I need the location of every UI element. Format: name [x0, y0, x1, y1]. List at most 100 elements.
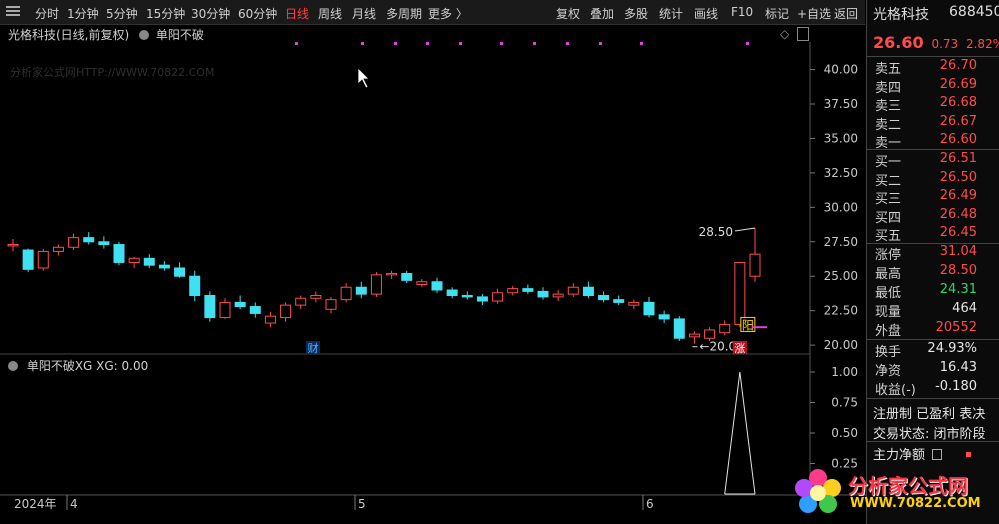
- bid-row-3-value: 26.48: [939, 206, 977, 222]
- ask-row-4-value: 26.60: [939, 132, 977, 147]
- bid-row-3-label: 买四: [875, 210, 902, 226]
- stat-row-2-label: 最低: [875, 286, 902, 301]
- yang-marker: 阳: [742, 318, 754, 332]
- bid-row-4-value: 26.45: [939, 225, 977, 240]
- stat-row-4: 外盘 20552: [875, 320, 995, 339]
- stat2-row-2: 收益(-) -0.180: [875, 379, 995, 398]
- ytick-label-2: 25.00: [824, 269, 858, 283]
- zhang-tag: 涨: [734, 342, 745, 355]
- ask-row-2-value: 26.68: [939, 95, 977, 110]
- sub-indicator-text: 单阳不破XG XG: 0.00: [26, 359, 149, 373]
- stat-row-2-value: 24.31: [939, 282, 977, 297]
- trade-status: 交易状态: 闭市阶段: [873, 427, 986, 442]
- stat-row-3: 现量 464: [875, 301, 995, 320]
- candle-body-35: [537, 290, 549, 298]
- list-icon[interactable]: [932, 449, 943, 460]
- candle-body-36: [552, 293, 564, 298]
- candle-body-43: [658, 314, 670, 320]
- stat2-row-1: 净资 16.43: [875, 360, 995, 379]
- candle-body-31: [476, 296, 488, 302]
- candle-body-28: [431, 281, 443, 291]
- ytick-label-4: 30.00: [824, 200, 858, 214]
- candle-body-49: [749, 253, 761, 277]
- candle-body-38: [582, 286, 594, 297]
- date-label-1: 4: [70, 497, 78, 511]
- xg-line: [724, 371, 756, 495]
- bid-row-4: 买五 26.45: [875, 225, 995, 244]
- stat-row-4-label: 外盘: [875, 324, 902, 339]
- stat2-row-0: 换手 24.93%: [875, 341, 995, 360]
- ask-row-3-label: 卖二: [875, 117, 902, 133]
- candle-body-6: [98, 241, 110, 246]
- stat2-row-0-label: 换手: [875, 345, 902, 360]
- stat-row-3-label: 现量: [875, 305, 902, 320]
- current-price: 26.60: [873, 33, 924, 52]
- candle-body-37: [567, 286, 579, 295]
- logo-url: WWW.70822.COM: [850, 496, 981, 511]
- candle-body-23: [355, 286, 367, 295]
- bid-row-2: 买三 26.49: [875, 188, 995, 207]
- candle-body-3: [52, 246, 64, 252]
- candle-body-9: [143, 257, 155, 266]
- bid-row-1-label: 买二: [875, 173, 902, 189]
- bid-row-0-label: 买一: [875, 155, 902, 170]
- ask-row-1: 卖四 26.69: [875, 77, 995, 96]
- candle-body-45: [688, 333, 700, 338]
- candlestick-chart[interactable]: 20.00 22.50 25.00 27.50 30.00 32.50 35.00 37.50…: [0, 0, 866, 524]
- candle-body-27: [416, 281, 428, 285]
- candle-body-11: [174, 267, 186, 277]
- candle-body-7: [113, 244, 125, 263]
- candle-body-34: [522, 288, 534, 292]
- candle-body-13: [204, 295, 216, 319]
- stat2-row-2-value: -0.180: [935, 379, 977, 394]
- ytick-label-0: 20.00: [824, 338, 858, 352]
- candle-body-21: [325, 299, 337, 310]
- candle-body-2: [37, 250, 49, 269]
- ytick-label-5: 32.50: [824, 166, 858, 180]
- high-label: 28.50: [699, 225, 733, 239]
- date-label-0: 2024年: [14, 497, 57, 511]
- candle-body-40: [613, 299, 625, 303]
- watermark-text: 分析家公式网HTTP://WWW.70822.COM: [10, 65, 214, 79]
- signal-dot-5: [500, 42, 503, 45]
- candle-body-17: [264, 315, 276, 324]
- sub-indicator-toggle-icon[interactable]: [8, 361, 18, 371]
- bid-row-2-value: 26.49: [939, 188, 977, 203]
- price-change: 0.73: [931, 37, 959, 51]
- tags-line: 注册制 已盈利 表决: [873, 407, 986, 422]
- candle-body-47: [719, 323, 731, 334]
- candle-body-5: [83, 237, 95, 243]
- candle-body-20: [310, 295, 322, 299]
- flower-logo-icon: [795, 469, 841, 513]
- candle-body-42: [643, 301, 655, 316]
- quote-panel: 光格科技 688450 26.60 0.73 2.82% 卖五 26.70 卖四 26…: [866, 0, 999, 524]
- ask-row-1-label: 卖四: [875, 80, 902, 96]
- candle-body-14: [219, 301, 231, 319]
- main-flow-row[interactable]: 主力净额: [873, 444, 972, 463]
- stock-name: 光格科技: [873, 7, 929, 23]
- stat-row-1-label: 最高: [875, 267, 902, 282]
- candle-body-16: [249, 306, 261, 314]
- signal-dot-1: [361, 42, 364, 45]
- sub-ytick-label-1: 0.50: [831, 426, 858, 440]
- candle-body-12: [189, 275, 201, 297]
- stat2-row-1-label: 净资: [875, 364, 902, 379]
- flow-indicator-icon: [966, 452, 972, 457]
- bid-row-1-value: 26.50: [939, 169, 977, 185]
- signal-dot-10: [746, 42, 749, 45]
- candle-body-24: [370, 274, 382, 295]
- signal-dot-6: [533, 42, 536, 45]
- high-arrow: [734, 227, 756, 232]
- candle-body-18: [280, 304, 292, 319]
- stat-row-1: 最高 28.50: [875, 263, 995, 282]
- bid-row-0: 买一 26.51: [875, 151, 995, 170]
- candle-body-48: [734, 261, 746, 325]
- ask-row-0-value: 26.70: [939, 58, 977, 73]
- candle-body-46: [704, 329, 716, 339]
- stat2-row-0-value: 24.93%: [927, 341, 977, 356]
- candle-body-44: [673, 318, 685, 339]
- candle-body-1: [22, 249, 34, 270]
- stat-row-2: 最低 24.31: [875, 282, 995, 301]
- signal-dot-4: [459, 42, 462, 45]
- candle-body-15: [234, 301, 246, 308]
